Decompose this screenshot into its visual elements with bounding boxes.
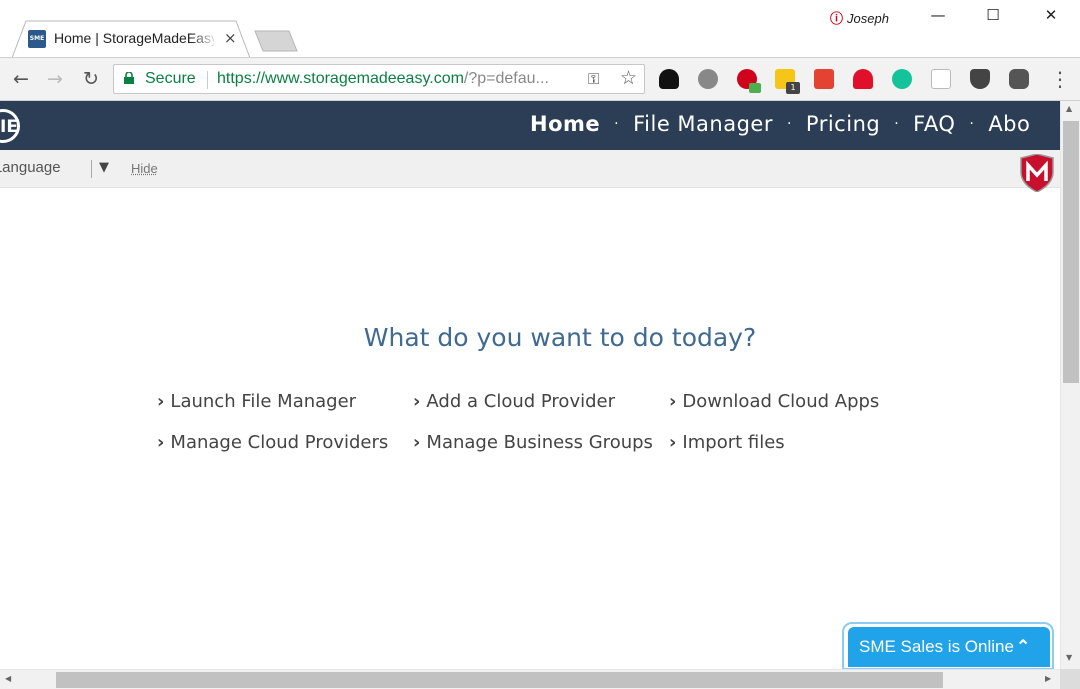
site-navbar: IE Home · File Manager · Pricing · FAQ · Abo (0, 101, 1060, 150)
grammarly-extension-icon[interactable] (892, 69, 912, 89)
reload-button[interactable]: ↻ (78, 67, 104, 93)
chevron-right-icon: › (413, 432, 421, 453)
chevron-right-icon: › (157, 391, 165, 412)
chat-label: SME Sales is Online (859, 637, 1014, 656)
chevron-right-icon: › (669, 432, 677, 453)
nav-link-file-manager[interactable]: File Manager (633, 112, 773, 136)
scroll-up-arrow-icon[interactable]: ▲ (1066, 104, 1072, 113)
language-select-label: ct Language (0, 159, 61, 176)
nav-link-about[interactable]: Abo (988, 112, 1030, 136)
url-host: https://www.storagemadeeasy.com (217, 70, 464, 87)
language-hide-link[interactable]: Hide (131, 161, 158, 176)
key-icon[interactable]: ⚿ (588, 70, 599, 88)
browser-tab-active[interactable]: SME Home | StorageMadeEasy × (12, 20, 250, 58)
lock-icon (124, 72, 134, 84)
back-button[interactable]: ← (8, 67, 34, 93)
language-bar: ct Language ▼ Hide (0, 150, 1060, 192)
nav-link-home[interactable]: Home (530, 112, 600, 136)
action-download-cloud-apps[interactable]: › Download Cloud Apps (669, 391, 879, 412)
mcafee-shield-icon[interactable] (1019, 154, 1055, 192)
scroll-down-arrow-icon[interactable]: ▼ (1066, 653, 1072, 662)
url-text[interactable]: https://www.storagemadeeasy.com/?p=defau… (217, 70, 577, 88)
bookmark-star-icon[interactable]: ☆ (620, 67, 637, 89)
url-separator (207, 71, 208, 89)
chevron-right-icon: › (413, 391, 421, 412)
horizontal-scrollbar[interactable]: ◀ ▶ (0, 669, 1060, 689)
action-label: Import files (682, 432, 785, 453)
site-logo-text: IE (0, 117, 18, 137)
tab-close-icon[interactable]: × (224, 29, 237, 47)
web-page: IE Home · File Manager · Pricing · FAQ · Abo ct … (0, 101, 1060, 669)
nav-link-faq[interactable]: FAQ (913, 112, 955, 136)
window-maximize-button[interactable]: ☐ (970, 6, 1016, 30)
sync-error-icon: ⓘ (830, 11, 844, 26)
pen-extension-icon[interactable] (931, 69, 951, 89)
action-label: Manage Cloud Providers (170, 432, 389, 453)
profile-button[interactable]: ⓘ Joseph (830, 8, 889, 27)
action-manage-cloud-providers[interactable]: › Manage Cloud Providers (157, 432, 388, 453)
action-launch-file-manager[interactable]: › Launch File Manager (157, 391, 356, 412)
new-tab-button[interactable] (254, 30, 298, 52)
nav-separator: · (969, 116, 975, 132)
owl-extension-icon[interactable] (659, 69, 679, 89)
window-close-button[interactable]: ✕ (1028, 6, 1074, 30)
horizontal-scroll-thumb[interactable] (56, 672, 943, 688)
action-label: Download Cloud Apps (682, 391, 880, 412)
site-nav-links: Home · File Manager · Pricing · FAQ · Abo (530, 112, 1030, 136)
nav-separator: · (614, 116, 620, 132)
address-bar[interactable]: Secure https://www.storagemadeeasy.com/?… (113, 64, 645, 94)
chevron-right-icon: › (157, 432, 165, 453)
scroll-left-arrow-icon[interactable]: ◀ (5, 674, 11, 683)
vertical-scrollbar[interactable]: ▲ ▼ (1060, 101, 1080, 669)
secure-label: Secure (145, 70, 196, 87)
extension-count-badge: 1 (786, 82, 800, 94)
browser-titlebar: SME Home | StorageMadeEasy × ⓘ Joseph — ☐… (0, 0, 1080, 58)
nav-separator: · (786, 116, 792, 132)
pocket-extension-icon[interactable] (970, 69, 990, 89)
sme-favicon-icon: SME (28, 30, 46, 48)
tab-title-fade (190, 28, 218, 50)
page-headline: What do you want to do today? (363, 323, 757, 352)
language-separator (91, 160, 92, 178)
action-add-cloud-provider[interactable]: › Add a Cloud Provider (413, 391, 615, 412)
url-path: /?p=defau... (463, 70, 549, 87)
evernote-extension-icon[interactable] (1009, 69, 1029, 89)
language-dropdown-arrow-icon[interactable]: ▼ (99, 160, 109, 175)
scroll-right-arrow-icon[interactable]: ▶ (1045, 674, 1051, 683)
browser-toolbar: ← → ↻ Secure https://www.storagemadeeasy… (0, 58, 1080, 101)
action-label: Manage Business Groups (426, 432, 653, 453)
scrollbar-corner (1060, 669, 1080, 689)
window-minimize-button[interactable]: — (915, 6, 961, 30)
chevron-up-icon: ⌃ (1015, 637, 1031, 656)
check-badge-icon (749, 83, 761, 93)
nav-link-pricing[interactable]: Pricing (806, 112, 880, 136)
action-manage-business-groups[interactable]: › Manage Business Groups (413, 432, 653, 453)
ghost-extension-icon[interactable] (853, 69, 873, 89)
chevron-right-icon: › (669, 391, 677, 412)
todoist-extension-icon[interactable] (814, 69, 834, 89)
action-label: Add a Cloud Provider (426, 391, 615, 412)
vertical-scroll-thumb[interactable] (1063, 121, 1079, 383)
action-label: Launch File Manager (170, 391, 357, 412)
browser-menu-icon[interactable]: ⋮ (1050, 67, 1070, 91)
profile-name: Joseph (847, 11, 889, 26)
chat-widget-button[interactable]: SME Sales is Online ⌃ (848, 627, 1050, 667)
film-reel-extension-icon[interactable] (698, 69, 718, 89)
nav-separator: · (894, 116, 900, 132)
action-import-files[interactable]: › Import files (669, 432, 785, 453)
forward-button[interactable]: → (42, 67, 68, 93)
